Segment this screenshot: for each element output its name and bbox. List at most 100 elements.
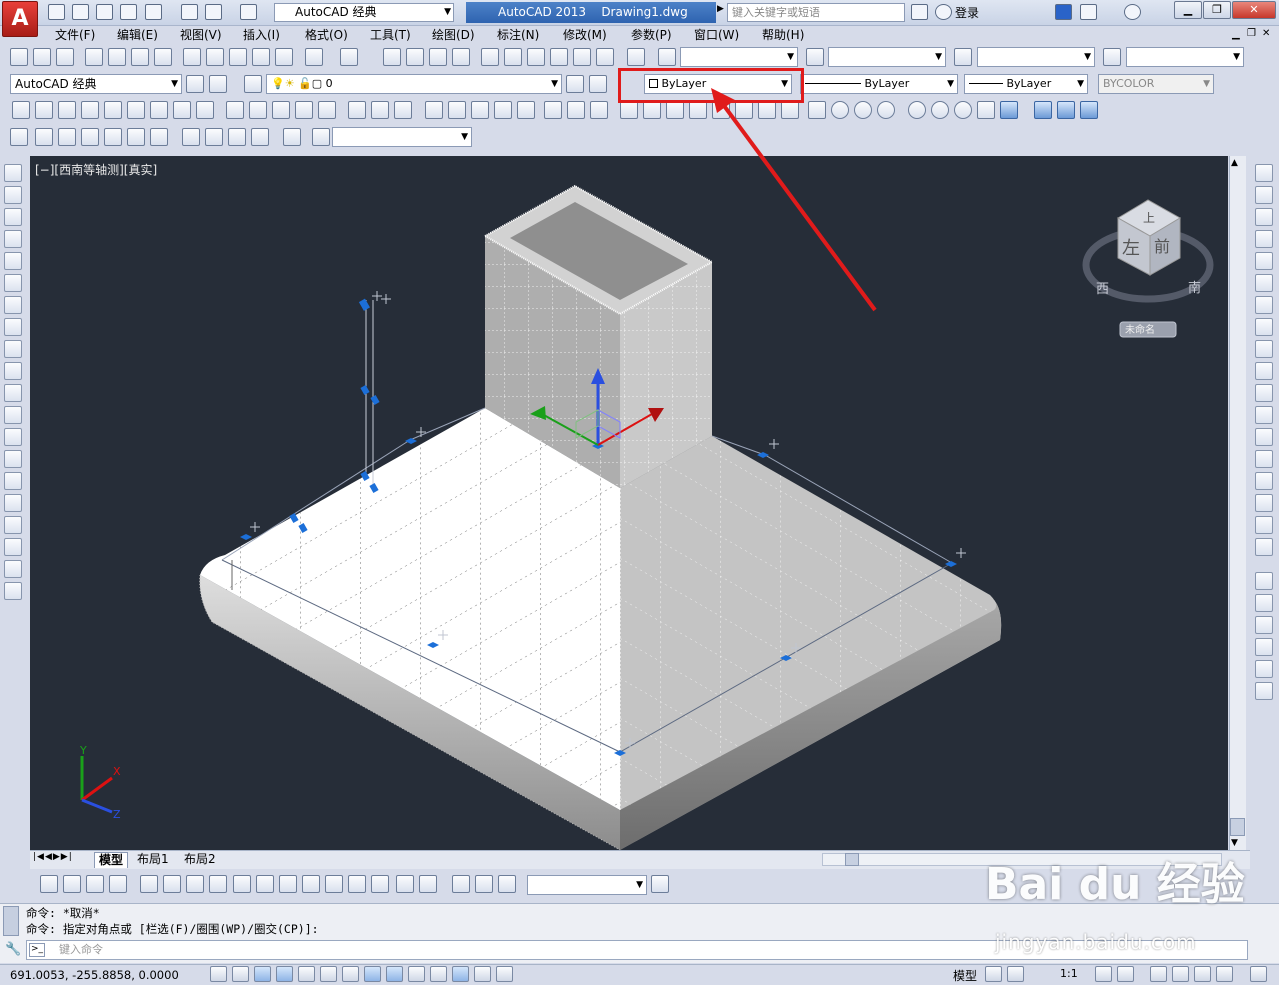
continue-icon[interactable] [279,875,297,893]
2d-wireframe-icon[interactable] [908,101,926,119]
explode-icon[interactable] [1255,538,1273,556]
annotation-scale[interactable]: 1:1 [1060,967,1078,980]
tolerance-icon[interactable] [348,875,366,893]
inspect-icon[interactable] [396,875,414,893]
dim-style-combo[interactable]: ▼ [527,875,647,895]
menu-dimension[interactable]: 标注(N) [497,26,539,44]
move-icon[interactable] [1255,274,1273,292]
chevron-right-icon[interactable]: ▶ [717,4,724,14]
close-button[interactable]: ✕ [1232,1,1276,19]
clean-screen-icon[interactable] [1250,966,1267,982]
doc-close-button[interactable]: ✕ [1262,28,1270,39]
polyline-icon[interactable] [4,208,22,226]
view-se-iso-icon[interactable] [182,128,200,146]
ucs-origin-icon[interactable] [735,101,753,119]
layer-properties-icon[interactable] [244,75,262,93]
line-icon[interactable] [4,164,22,182]
extrude-icon[interactable] [226,101,244,119]
polysolid-icon[interactable] [12,101,30,119]
render-icon[interactable] [1034,101,1052,119]
section-icon[interactable] [544,101,562,119]
3d-object-snap-toggle[interactable] [342,966,359,982]
linetype-combo[interactable]: ByLayer ▼ [800,74,958,94]
text-front-icon[interactable] [1255,682,1273,700]
circle-icon[interactable] [4,296,22,314]
point-icon[interactable] [4,450,22,468]
jogged-linear-icon[interactable] [419,875,437,893]
copy-icon[interactable] [1255,186,1273,204]
open-file-icon[interactable] [72,4,89,20]
object-snap-toggle[interactable] [320,966,337,982]
viewcube-left-label[interactable]: 左 [1122,238,1140,259]
quickcalc-icon[interactable] [596,48,614,66]
zoom-previous-icon[interactable] [452,48,470,66]
dim-text-edit-icon[interactable] [475,875,493,893]
save-icon[interactable] [96,4,113,20]
linear-dim-icon[interactable] [40,875,58,893]
cut-icon[interactable] [183,48,201,66]
help-search-input[interactable]: 键入关键字或短语 [727,3,905,22]
plot-icon[interactable] [85,48,103,66]
construction-line-icon[interactable] [4,186,22,204]
dim-style-icon[interactable] [806,48,824,66]
ucs-y-icon[interactable] [831,101,849,119]
blend-curves-icon[interactable] [1255,516,1273,534]
polar-tracking-toggle[interactable] [298,966,315,982]
isolate-objects-icon[interactable] [1216,966,1233,982]
viewcube-top-label[interactable]: 上 [1143,211,1155,225]
3d-array-icon[interactable] [494,101,512,119]
selection-cycling-toggle[interactable] [496,966,513,982]
union-icon[interactable] [348,101,366,119]
annotation-visibility-icon[interactable] [1095,966,1112,982]
region-icon[interactable] [4,516,22,534]
arc-length-icon[interactable] [86,875,104,893]
flatshot-icon[interactable] [567,101,585,119]
diameter-icon[interactable] [186,875,204,893]
design-center-icon[interactable] [504,48,522,66]
shaded-icon[interactable] [1000,101,1018,119]
3d-rotate-icon[interactable] [448,101,466,119]
model-canvas[interactable]: Y X Z 上 左 前 西 南 未命名 [30,156,1228,850]
multileader-style-icon[interactable] [1103,48,1121,66]
doc-restore-button[interactable]: ❐ [1247,28,1256,39]
wrench-icon[interactable]: 🔧 [5,942,21,958]
slice-icon[interactable] [517,101,535,119]
3d-print-icon[interactable] [154,48,172,66]
help-icon[interactable] [1124,4,1141,20]
add-selected-icon[interactable] [4,582,22,600]
text-style-combo[interactable]: ▼ [680,47,798,67]
ucs-face-icon[interactable] [666,101,684,119]
sheet-set-icon[interactable] [550,48,568,66]
viewcube-front-label[interactable]: 前 [1154,237,1170,256]
offset-icon[interactable] [1255,230,1273,248]
menu-edit[interactable]: 编辑(E) [117,26,158,44]
login-link[interactable]: 登录 [955,4,979,21]
menu-file[interactable]: 文件(F) [55,26,95,44]
text-style-icon[interactable] [658,48,676,66]
save-icon[interactable] [56,48,74,66]
grid-display-toggle[interactable] [254,966,271,982]
menu-view[interactable]: 视图(V) [180,26,222,44]
scroll-down-arrow[interactable]: ▼ [1231,838,1238,848]
cone-icon[interactable] [81,101,99,119]
copy-icon[interactable] [206,48,224,66]
layer-previous-icon[interactable] [589,75,607,93]
menu-help[interactable]: 帮助(H) [762,26,804,44]
quick-properties-toggle[interactable] [474,966,491,982]
transparency-toggle[interactable] [452,966,469,982]
above-objects-icon[interactable] [1255,638,1273,656]
scale-icon[interactable] [1255,318,1273,336]
vertical-scrollbar[interactable] [1229,156,1246,850]
undo-icon[interactable] [305,48,323,66]
draw-order-icon[interactable] [1255,572,1273,590]
print-icon[interactable] [181,4,198,20]
qnew-icon[interactable] [10,48,28,66]
bring-front-icon[interactable] [1255,594,1273,612]
new-file-icon[interactable] [48,4,65,20]
baseline-icon[interactable] [256,875,274,893]
apply-ucs-icon[interactable] [877,101,895,119]
menu-insert[interactable]: 插入(I) [243,26,280,44]
dim-edit-icon[interactable] [452,875,470,893]
plot-publish-icon[interactable] [145,4,162,20]
help-icon[interactable] [627,48,645,66]
